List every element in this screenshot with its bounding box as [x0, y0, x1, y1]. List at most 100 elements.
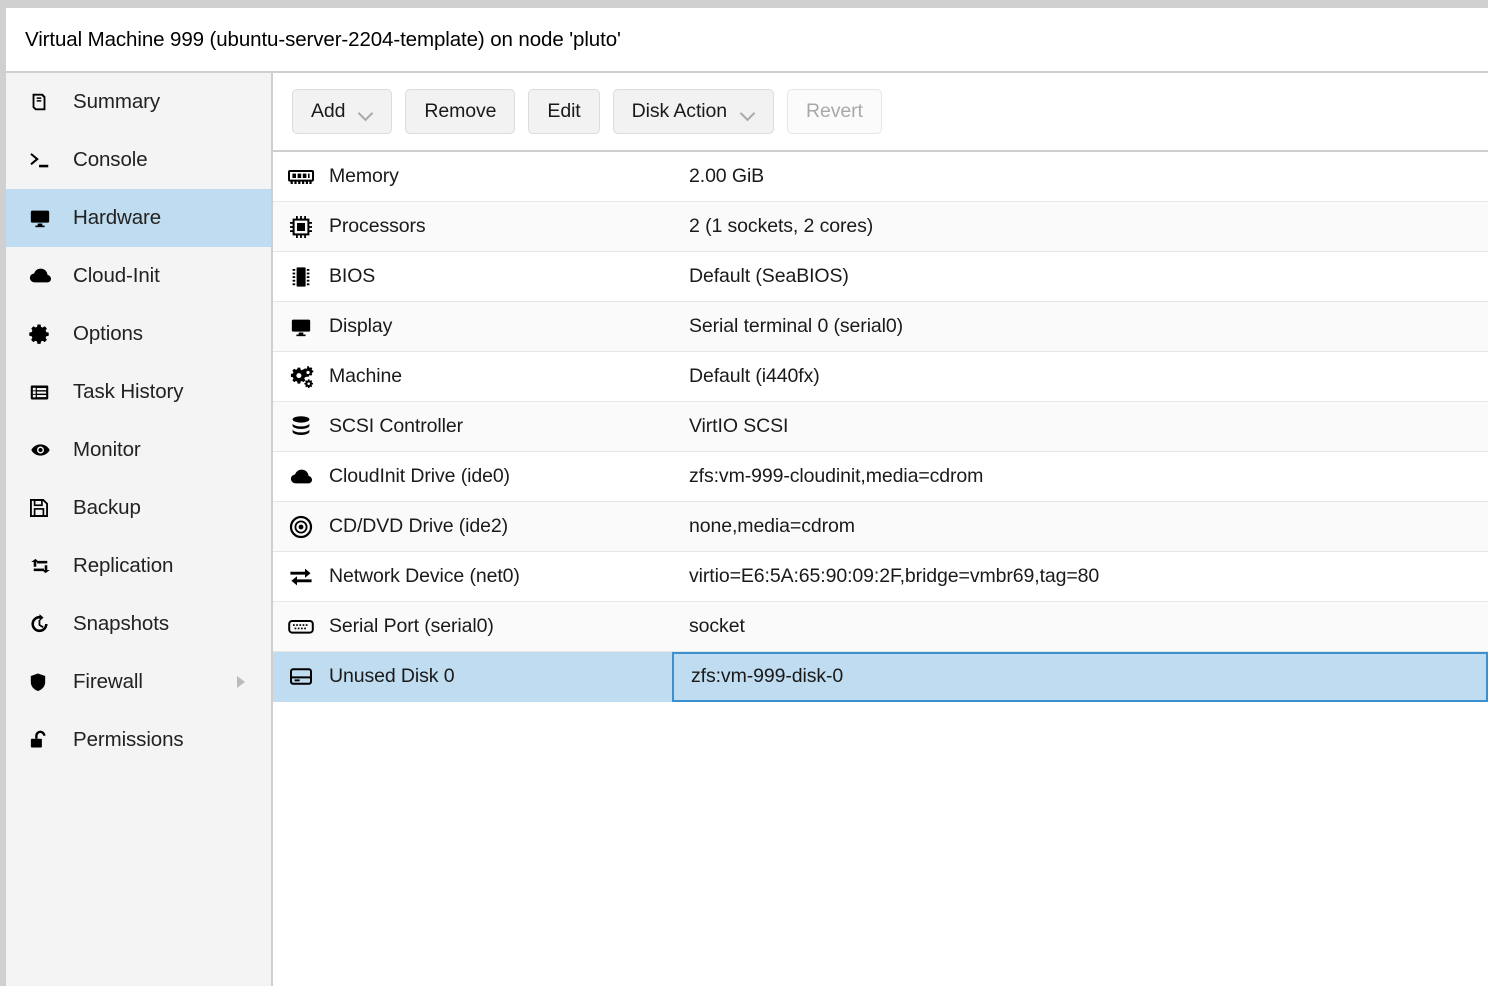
page-title: Virtual Machine 999 (ubuntu-server-2204-… — [25, 28, 621, 52]
hardware-key: Serial Port (serial0) — [329, 615, 689, 638]
sidebar-item-label: Permissions — [73, 728, 184, 752]
floppy-disk-icon — [28, 497, 62, 519]
database-stack-icon — [273, 415, 329, 439]
sidebar-item-label: Monitor — [73, 438, 141, 462]
sidebar-item-label: Hardware — [73, 206, 161, 230]
table-row[interactable]: Network Device (net0)virtio=E6:5A:65:90:… — [273, 552, 1488, 602]
hardware-key: CloudInit Drive (ide0) — [329, 465, 689, 488]
hardware-value[interactable]: Default (SeaBIOS) — [689, 265, 1488, 288]
disk-action-button[interactable]: Disk Action — [613, 89, 774, 134]
hardware-key: BIOS — [329, 265, 689, 288]
table-row[interactable]: Serial Port (serial0)socket — [273, 602, 1488, 652]
eye-icon — [28, 440, 62, 460]
hardware-value[interactable]: 2 (1 sockets, 2 cores) — [689, 215, 1488, 238]
shield-icon — [28, 671, 62, 693]
table-row[interactable]: Unused Disk 0zfs:vm-999-disk-0 — [273, 652, 1488, 702]
monitor-icon — [28, 207, 62, 229]
sidebar-item-replication[interactable]: Replication — [6, 537, 271, 595]
sidebar-item-label: Task History — [73, 380, 183, 404]
hardware-key: Display — [329, 315, 689, 338]
sidebar-item-label: Console — [73, 148, 148, 172]
button-label: Revert — [806, 100, 863, 123]
sidebar-nav: Summary Console Hardware Cloud-Init Options T… — [6, 73, 273, 986]
sidebar-item-label: Backup — [73, 496, 141, 520]
book-icon — [28, 91, 62, 113]
sidebar-item-label: Firewall — [73, 670, 143, 694]
proxmox-vm-panel: Virtual Machine 999 (ubuntu-server-2204-… — [6, 8, 1488, 986]
table-row[interactable]: Memory2.00 GiB — [273, 152, 1488, 202]
serial-port-icon — [273, 618, 329, 636]
sidebar-item-snapshots[interactable]: Snapshots — [6, 595, 271, 653]
monitor-icon — [273, 316, 329, 338]
edit-button[interactable]: Edit — [528, 89, 599, 134]
gear-icon — [28, 323, 62, 345]
hardware-key: CD/DVD Drive (ide2) — [329, 515, 689, 538]
sidebar-item-label: Summary — [73, 90, 160, 114]
main-panel: Add Remove Edit Disk Action Revert Memory2.0… — [273, 73, 1488, 986]
hardware-key: Processors — [329, 215, 689, 238]
history-icon — [28, 613, 62, 635]
table-row[interactable]: MachineDefault (i440fx) — [273, 352, 1488, 402]
sidebar-item-label: Replication — [73, 554, 173, 578]
hardware-value[interactable]: zfs:vm-999-disk-0 — [672, 652, 1488, 702]
window-titlebar: Virtual Machine 999 (ubuntu-server-2204-… — [6, 8, 1488, 73]
table-row[interactable]: BIOSDefault (SeaBIOS) — [273, 252, 1488, 302]
hardware-value[interactable]: socket — [689, 615, 1488, 638]
gears-icon — [273, 365, 329, 388]
hardware-key: Unused Disk 0 — [329, 665, 689, 688]
bios-chip-icon — [273, 265, 329, 289]
hardware-value[interactable]: Serial terminal 0 (serial0) — [689, 315, 1488, 338]
chevron-down-icon — [742, 108, 755, 116]
button-label: Disk Action — [632, 100, 727, 123]
button-label: Edit — [547, 100, 580, 123]
table-row[interactable]: DisplaySerial terminal 0 (serial0) — [273, 302, 1488, 352]
hardware-value[interactable]: VirtIO SCSI — [689, 415, 1488, 438]
sidebar-item-summary[interactable]: Summary — [6, 73, 271, 131]
sync-arrows-icon — [28, 555, 62, 577]
hardware-value[interactable]: Default (i440fx) — [689, 365, 1488, 388]
remove-button[interactable]: Remove — [405, 89, 515, 134]
chevron-down-icon — [360, 108, 373, 116]
sidebar-item-backup[interactable]: Backup — [6, 479, 271, 537]
cd-disc-icon — [273, 515, 329, 539]
button-label: Remove — [424, 100, 496, 123]
sidebar-item-label: Options — [73, 322, 143, 346]
network-arrows-icon — [273, 567, 329, 587]
sidebar-item-monitor[interactable]: Monitor — [6, 421, 271, 479]
hardware-toolbar: Add Remove Edit Disk Action Revert — [273, 73, 1488, 152]
hardware-table: Memory2.00 GiBProcessors2 (1 sockets, 2 … — [273, 152, 1488, 986]
button-label: Add — [311, 100, 345, 123]
list-icon — [28, 382, 62, 403]
sidebar-item-task-history[interactable]: Task History — [6, 363, 271, 421]
sidebar-item-label: Snapshots — [73, 612, 169, 636]
hardware-value[interactable]: zfs:vm-999-cloudinit,media=cdrom — [689, 465, 1488, 488]
hardware-key: Memory — [329, 165, 689, 188]
cloud-icon — [28, 265, 62, 287]
revert-button: Revert — [787, 89, 882, 134]
hardware-key: Network Device (net0) — [329, 565, 689, 588]
unlock-icon — [28, 729, 62, 751]
hardware-value[interactable]: virtio=E6:5A:65:90:09:2F,bridge=vmbr69,t… — [689, 565, 1488, 588]
sidebar-item-firewall[interactable]: Firewall — [6, 653, 271, 711]
hardware-value[interactable]: none,media=cdrom — [689, 515, 1488, 538]
hard-drive-icon — [273, 666, 329, 687]
sidebar-item-label: Cloud-Init — [73, 264, 160, 288]
add-button[interactable]: Add — [292, 89, 392, 134]
sidebar-item-console[interactable]: Console — [6, 131, 271, 189]
table-row[interactable]: CloudInit Drive (ide0)zfs:vm-999-cloudin… — [273, 452, 1488, 502]
terminal-icon — [28, 149, 62, 171]
table-row[interactable]: CD/DVD Drive (ide2)none,media=cdrom — [273, 502, 1488, 552]
cpu-chip-icon — [273, 215, 329, 239]
hardware-value[interactable]: 2.00 GiB — [689, 165, 1488, 188]
hardware-key: Machine — [329, 365, 689, 388]
sidebar-item-options[interactable]: Options — [6, 305, 271, 363]
sidebar-item-hardware[interactable]: Hardware — [6, 189, 271, 247]
table-row[interactable]: SCSI ControllerVirtIO SCSI — [273, 402, 1488, 452]
chevron-right-icon[interactable] — [237, 676, 245, 688]
cloud-icon — [273, 466, 329, 488]
table-row[interactable]: Processors2 (1 sockets, 2 cores) — [273, 202, 1488, 252]
hardware-key: SCSI Controller — [329, 415, 689, 438]
memory-ram-icon — [273, 167, 329, 187]
sidebar-item-cloud-init[interactable]: Cloud-Init — [6, 247, 271, 305]
sidebar-item-permissions[interactable]: Permissions — [6, 711, 271, 769]
